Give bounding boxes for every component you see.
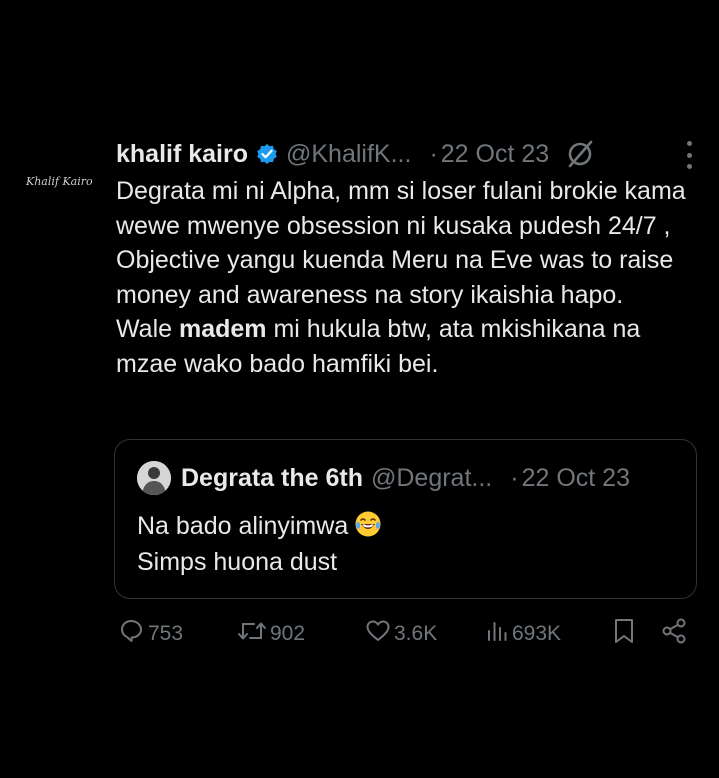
quote-line-1-text: Na bado alinyimwa xyxy=(137,512,349,540)
author-handle[interactable]: @KhalifK... xyxy=(286,140,411,169)
share-icon xyxy=(660,617,688,651)
heart-icon xyxy=(365,618,391,650)
verified-badge-icon xyxy=(256,143,278,165)
quoted-tweet[interactable]: Degrata the 6th @Degrat... · 22 Oct 23 N… xyxy=(114,439,697,599)
views-chart-icon xyxy=(485,618,509,650)
bookmark-icon xyxy=(612,617,636,651)
quote-line-1: Na bado alinyimwa xyxy=(137,508,382,544)
reply-button[interactable]: 753 xyxy=(116,616,183,652)
quote-text: Na bado alinyimwa Simps huona dust xyxy=(137,508,382,580)
quote-line-2: Simps huona dust xyxy=(137,548,338,576)
tweet-text-paragraph-1: Degrata mi ni Alpha, mm si loser fulani … xyxy=(116,177,686,309)
like-button[interactable]: 3.6K xyxy=(362,616,437,652)
quote-avatar[interactable] xyxy=(137,461,171,495)
views-count: 693K xyxy=(512,622,562,645)
laughing-tears-emoji-icon xyxy=(354,510,382,538)
avatar-signature-text: Khalif Kairo xyxy=(25,175,93,188)
like-count: 3.6K xyxy=(394,622,438,645)
author-name[interactable]: khalif kairo xyxy=(116,140,248,169)
quote-separator-dot: · xyxy=(510,463,519,492)
tweet-text-bold: madem xyxy=(178,315,267,343)
bookmark-button[interactable] xyxy=(609,616,636,652)
tweet-text-paragraph-2: Wale madem mi hukula btw, ata mkishikana… xyxy=(116,312,696,381)
share-button[interactable] xyxy=(657,616,688,652)
quote-author-name[interactable]: Degrata the 6th xyxy=(181,464,363,493)
tweet-date[interactable]: 22 Oct 23 xyxy=(441,140,549,169)
reply-icon xyxy=(119,618,145,650)
avatar[interactable]: Khalif Kairo xyxy=(18,160,100,200)
more-options-icon[interactable] xyxy=(683,141,695,169)
tweet-text-prefix: Wale xyxy=(116,315,179,343)
retweet-count: 902 xyxy=(270,622,306,645)
reply-count: 753 xyxy=(148,622,184,645)
separator-dot: · xyxy=(429,139,438,168)
retweet-button[interactable]: 902 xyxy=(234,616,305,652)
retweet-icon xyxy=(237,618,267,650)
views-button[interactable]: 693K xyxy=(482,616,561,652)
quote-header: Degrata the 6th @Degrat... · 22 Oct 23 xyxy=(137,460,676,496)
signature-avatar-image: Khalif Kairo xyxy=(25,175,93,188)
tweet-text: Degrata mi ni Alpha, mm si loser fulani … xyxy=(116,174,696,381)
quote-author-handle[interactable]: @Degrat... xyxy=(371,464,492,493)
tweet-header: khalif kairo @KhalifK... · 22 Oct 23 xyxy=(116,137,695,171)
grok-icon[interactable] xyxy=(565,139,595,169)
quote-date[interactable]: 22 Oct 23 xyxy=(522,464,630,493)
action-bar: 753 902 3.6K 693K xyxy=(116,616,688,652)
